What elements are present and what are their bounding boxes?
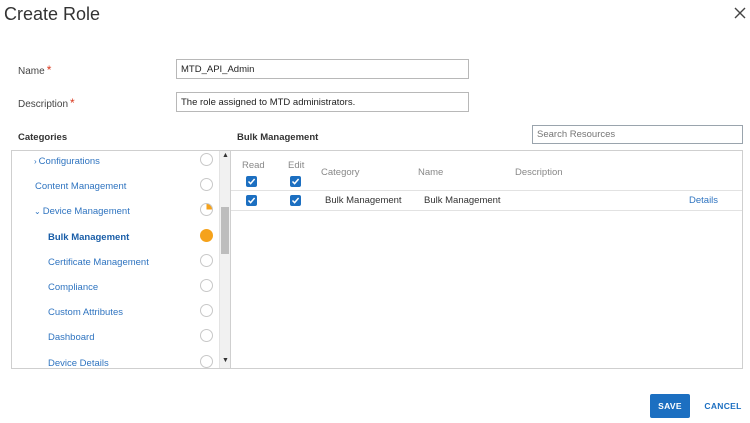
resources-table: Read Edit Category Name Description Bulk… <box>231 150 743 369</box>
header-divider <box>231 190 742 191</box>
name-input[interactable] <box>176 59 469 79</box>
category-item-text: Configurations <box>38 156 100 167</box>
row-divider <box>231 210 742 211</box>
category-status-indicator <box>200 153 213 166</box>
category-status-indicator <box>200 228 213 242</box>
required-mark: * <box>70 96 75 110</box>
category-item-label: Compliance <box>48 282 98 293</box>
category-item-label: ⌄ Device Management <box>34 206 130 217</box>
save-button[interactable]: SAVE <box>650 394 690 418</box>
categories-scrollbar[interactable]: ▲ ▼ <box>219 151 230 368</box>
category-item-text: Device Management <box>42 206 130 218</box>
description-label: Description * <box>18 96 75 110</box>
category-item[interactable]: Dashboard <box>12 329 217 349</box>
category-item-text: Custom Attributes <box>48 307 123 319</box>
category-item-label: Content Management <box>35 181 126 192</box>
categories-list: › Configurations Content Management ⌄ Device… <box>11 150 231 369</box>
row-edit-checkbox[interactable] <box>290 195 301 206</box>
close-icon[interactable] <box>733 6 747 20</box>
chevron-down-icon[interactable]: ⌄ <box>34 207 41 216</box>
category-item-text: Content Management <box>35 181 127 193</box>
dialog-title: Create Role <box>4 4 101 24</box>
description-label-text: Description <box>18 99 69 110</box>
description-input[interactable] <box>176 92 469 112</box>
category-status-indicator <box>200 253 213 267</box>
column-header-edit: Edit <box>288 160 305 171</box>
chevron-right-icon[interactable]: › <box>34 157 37 166</box>
row-category-cell: Bulk Management <box>325 195 402 206</box>
category-item-text: Bulk Management <box>48 231 130 243</box>
cancel-button[interactable]: CANCEL <box>700 394 746 418</box>
category-item-label: Certificate Management <box>48 257 149 268</box>
column-header-read: Read <box>242 160 265 171</box>
column-header-description: Description <box>515 167 563 178</box>
category-item[interactable]: Certificate Management <box>12 253 217 274</box>
category-item[interactable]: Device Details <box>12 354 217 369</box>
name-label: Name * <box>18 63 51 77</box>
category-status-indicator <box>200 304 213 318</box>
category-item[interactable]: Custom Attributes <box>12 304 217 324</box>
column-header-name: Name <box>418 167 444 178</box>
required-mark: * <box>46 63 52 77</box>
category-status-indicator <box>200 279 213 292</box>
category-item-label: Device Details <box>48 357 109 369</box>
resources-heading: Bulk Management <box>237 132 319 143</box>
select-all-edit-checkbox[interactable] <box>290 176 301 187</box>
category-item-label: Bulk Management <box>48 232 129 243</box>
category-item-label: Dashboard <box>48 332 94 343</box>
category-status-indicator <box>200 203 213 217</box>
row-read-checkbox[interactable] <box>246 195 257 206</box>
select-all-read-checkbox[interactable] <box>246 176 257 187</box>
details-link[interactable]: Details <box>689 195 718 206</box>
name-label-text: Name <box>18 66 45 77</box>
category-item[interactable]: ⌄ Device Management <box>12 203 217 223</box>
category-status-indicator <box>200 178 213 192</box>
category-item-label: › Configurations <box>34 156 100 167</box>
categories-heading: Categories <box>18 132 68 143</box>
category-item-text: Dashboard <box>48 332 95 344</box>
category-status-indicator <box>200 354 213 368</box>
scroll-thumb[interactable] <box>221 207 229 254</box>
category-item[interactable]: Bulk Management <box>12 228 217 249</box>
scroll-down-icon[interactable]: ▼ <box>221 357 230 364</box>
category-status-indicator <box>200 329 213 343</box>
category-item-text: Device Details <box>48 357 109 369</box>
category-item-text: Certificate Management <box>48 256 149 268</box>
row-name-cell: Bulk Management <box>424 195 501 206</box>
column-header-category: Category <box>321 167 360 178</box>
category-item-text: Compliance <box>48 282 99 293</box>
scroll-up-icon[interactable]: ▲ <box>221 152 230 159</box>
category-item[interactable]: Content Management <box>12 178 217 198</box>
search-resources-input[interactable] <box>532 125 743 144</box>
category-item[interactable]: Compliance <box>12 279 217 299</box>
category-item-label: Custom Attributes <box>48 307 123 318</box>
category-item[interactable]: › Configurations <box>12 153 217 173</box>
